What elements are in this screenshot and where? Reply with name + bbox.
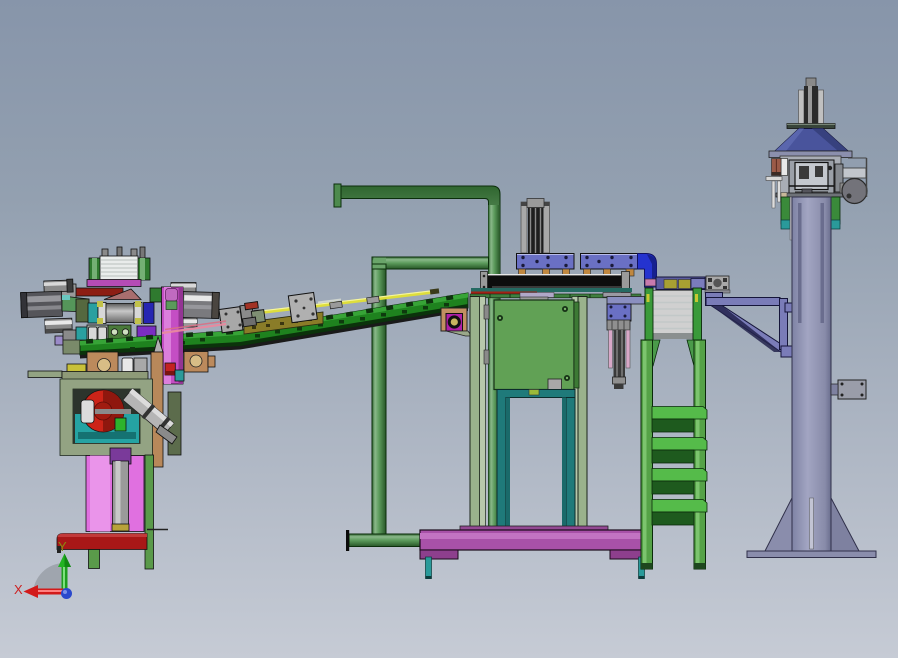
svg-text:Y: Y [58,539,67,554]
svg-text:X: X [14,582,23,597]
